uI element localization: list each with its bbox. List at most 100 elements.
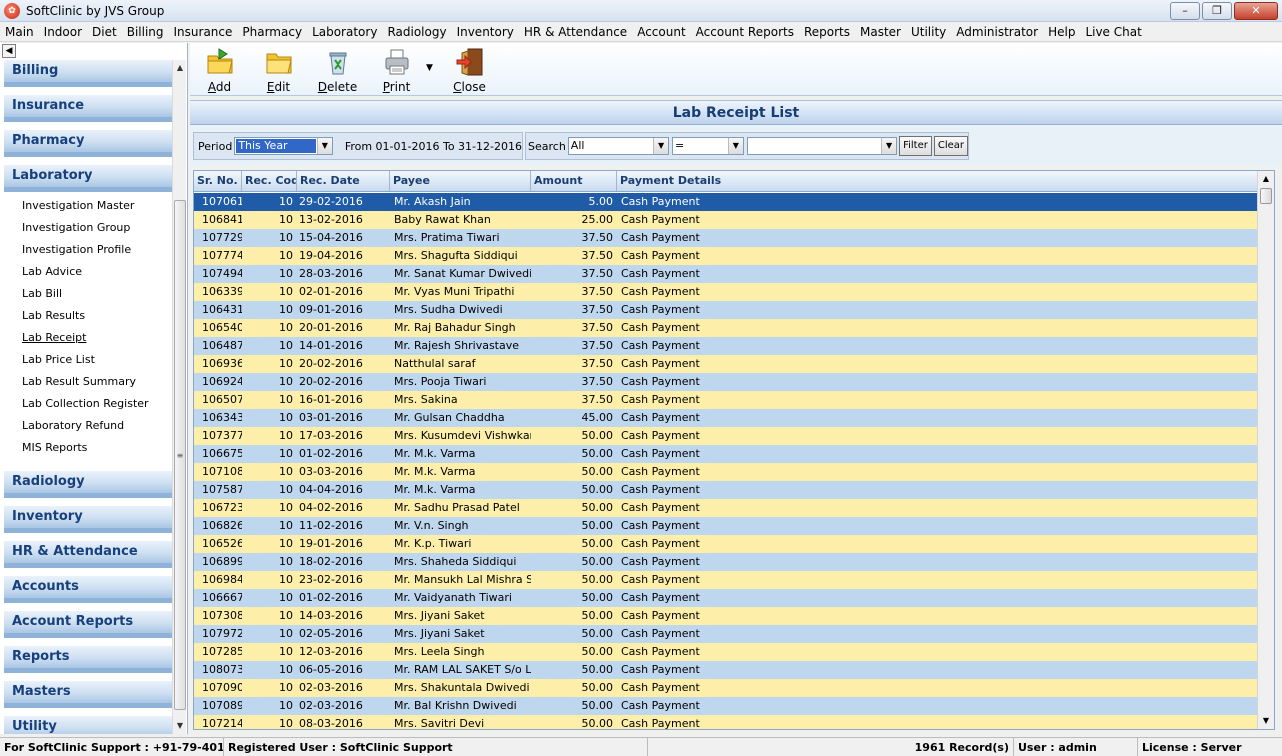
delete-button[interactable]: Delete xyxy=(308,43,367,95)
sidebar-item-lab-advice[interactable]: Lab Advice xyxy=(4,261,172,283)
period-select[interactable]: This Year ▼ xyxy=(234,137,333,155)
sidebar-section-pharmacy[interactable]: Pharmacy xyxy=(4,130,172,157)
table-row[interactable]: 106984 10 23-02-2016 Mr. Mansukh Lal Mishra… xyxy=(194,571,1258,589)
menu-billing[interactable]: Billing xyxy=(122,22,169,42)
table-row[interactable]: 107090 10 02-03-2016 Mrs. Shakuntala Dwived… xyxy=(194,679,1258,697)
table-row[interactable]: 107214 10 08-03-2016 Mrs. Savitri Devi 50.00… xyxy=(194,715,1258,729)
table-row[interactable]: 107108 10 03-03-2016 Mr. M.k. Varma 50.00 Cas… xyxy=(194,463,1258,481)
table-row[interactable]: 107089 10 02-03-2016 Mr. Bal Krishn Dwivedi… xyxy=(194,697,1258,715)
sidebar-item-investigation-master[interactable]: Investigation Master xyxy=(4,195,172,217)
table-row[interactable]: 106826 10 11-02-2016 Mr. V.n. Singh 50.00 Cas… xyxy=(194,517,1258,535)
table-scrollbar[interactable]: ▲ ▼ xyxy=(1257,171,1274,729)
close-button[interactable]: Close xyxy=(440,43,499,95)
sidebar-section-insurance[interactable]: Insurance xyxy=(4,95,172,122)
menu-hr-attendance[interactable]: HR & Attendance xyxy=(519,22,632,42)
table-row[interactable]: 107308 10 14-03-2016 Mrs. Jiyani Saket 50.00… xyxy=(194,607,1258,625)
sidebar-scrollbar[interactable]: ▲ ≡ ▼ xyxy=(172,60,186,734)
sidebar-section-hr-attendance[interactable]: HR & Attendance xyxy=(4,541,172,568)
sidebar-section-inventory[interactable]: Inventory xyxy=(4,506,172,533)
sidebar-item-lab-collection-register[interactable]: Lab Collection Register xyxy=(4,393,172,415)
table-row[interactable]: 106540 10 20-01-2016 Mr. Raj Bahadur Singh 3… xyxy=(194,319,1258,337)
menu-main[interactable]: Main xyxy=(0,22,39,42)
table-row[interactable]: 106924 10 20-02-2016 Mrs. Pooja Tiwari 37.50… xyxy=(194,373,1258,391)
sidebar-item-laboratory-refund[interactable]: Laboratory Refund xyxy=(4,415,172,437)
sidebar-section-radiology[interactable]: Radiology xyxy=(4,471,172,498)
filter-button[interactable]: Filter xyxy=(899,136,932,156)
menu-reports[interactable]: Reports xyxy=(799,22,855,42)
sidebar-item-lab-price-list[interactable]: Lab Price List xyxy=(4,349,172,371)
table-row[interactable]: 107061 10 29-02-2016 Mr. Akash Jain 5.00 Cash… xyxy=(194,193,1258,211)
sidebar-item-mis-reports[interactable]: MIS Reports xyxy=(4,437,172,459)
scroll-up-arrow-icon[interactable]: ▲ xyxy=(173,60,187,76)
table-row[interactable]: 106507 10 16-01-2016 Mrs. Sakina 37.50 Cash P… xyxy=(194,391,1258,409)
table-row[interactable]: 107494 10 28-03-2016 Mr. Sanat Kumar Dwived… xyxy=(194,265,1258,283)
scroll-up-arrow-icon[interactable]: ▲ xyxy=(1258,171,1274,187)
sidebar-scroll-thumb[interactable]: ≡ xyxy=(174,200,186,710)
table-row[interactable]: 106526 10 19-01-2016 Mr. K.p. Tiwari 50.00 Ca… xyxy=(194,535,1258,553)
sidebar-section-masters[interactable]: Masters xyxy=(4,681,172,708)
search-value-select[interactable]: ▼ xyxy=(746,137,898,155)
chevron-down-icon[interactable]: ▼ xyxy=(316,138,332,154)
menu-diet[interactable]: Diet xyxy=(87,22,122,42)
sidebar-section-account-reports[interactable]: Account Reports xyxy=(4,611,172,638)
sidebar-section-reports[interactable]: Reports xyxy=(4,646,172,673)
table-row[interactable]: 107729 10 15-04-2016 Mrs. Pratima Tiwari 37.… xyxy=(194,229,1258,247)
table-row[interactable]: 106343 10 03-01-2016 Mr. Gulsan Chaddha 45.0… xyxy=(194,409,1258,427)
sidebar-item-lab-receipt[interactable]: Lab Receipt xyxy=(4,327,172,349)
chevron-down-icon[interactable]: ▼ xyxy=(881,138,897,154)
scroll-down-arrow-icon[interactable]: ▼ xyxy=(173,718,187,734)
table-row[interactable]: 108073 10 06-05-2016 Mr. RAM LAL SAKET S/o … xyxy=(194,661,1258,679)
sidebar-item-lab-result-summary[interactable]: Lab Result Summary xyxy=(4,371,172,393)
menu-account[interactable]: Account xyxy=(632,22,690,42)
table-row[interactable]: 106339 10 02-01-2016 Mr. Vyas Muni Tripathi… xyxy=(194,283,1258,301)
sidebar-section-billing[interactable]: Billing xyxy=(4,60,172,87)
menu-account-reports[interactable]: Account Reports xyxy=(691,22,799,42)
sidebar-section-utility[interactable]: Utility xyxy=(4,716,172,734)
table-row[interactable]: 107285 10 12-03-2016 Mrs. Leela Singh 50.00 C… xyxy=(194,643,1258,661)
table-row[interactable]: 106675 10 01-02-2016 Mr. M.k. Varma 50.00 Cas… xyxy=(194,445,1258,463)
column-header-rec-code[interactable]: Rec. Code xyxy=(242,171,297,191)
table-row[interactable]: 107587 10 04-04-2016 Mr. M.k. Varma 50.00 Cas… xyxy=(194,481,1258,499)
menu-live-chat[interactable]: Live Chat xyxy=(1080,22,1146,42)
table-row[interactable]: 106487 10 14-01-2016 Mr. Rajesh Shrivastave… xyxy=(194,337,1258,355)
close-window-button[interactable]: ✕ xyxy=(1234,2,1278,20)
menu-inventory[interactable]: Inventory xyxy=(452,22,519,42)
column-header-payee[interactable]: Payee xyxy=(390,171,531,191)
table-row[interactable]: 106899 10 18-02-2016 Mrs. Shaheda Siddiqui 5… xyxy=(194,553,1258,571)
search-field-select[interactable]: All ▼ xyxy=(567,137,670,155)
table-row[interactable]: 106431 10 09-01-2016 Mrs. Sudha Dwivedi 37.5… xyxy=(194,301,1258,319)
table-row[interactable]: 107377 10 17-03-2016 Mrs. Kusumdevi Vishwka… xyxy=(194,427,1258,445)
column-header-amount[interactable]: Amount xyxy=(531,171,617,191)
chevron-down-icon[interactable]: ▼ xyxy=(727,138,743,154)
menu-master[interactable]: Master xyxy=(855,22,906,42)
table-row[interactable]: 106936 10 20-02-2016 Natthulal saraf 37.50 Ca… xyxy=(194,355,1258,373)
print-options-dropdown-icon[interactable]: ▼ xyxy=(426,43,440,95)
column-header-payment-details[interactable]: Payment Details xyxy=(617,171,1258,191)
print-button[interactable]: Print xyxy=(367,43,426,95)
scroll-down-arrow-icon[interactable]: ▼ xyxy=(1258,713,1274,729)
sidebar-section-accounts[interactable]: Accounts xyxy=(4,576,172,603)
menu-indoor[interactable]: Indoor xyxy=(39,22,87,42)
add-button[interactable]: Add xyxy=(190,43,249,95)
column-header-sr-no[interactable]: Sr. No. xyxy=(194,171,242,191)
table-row[interactable]: 106723 10 04-02-2016 Mr. Sadhu Prasad Patel… xyxy=(194,499,1258,517)
chevron-down-icon[interactable]: ▼ xyxy=(653,138,669,154)
menu-laboratory[interactable]: Laboratory xyxy=(307,22,382,42)
table-row[interactable]: 106841 10 13-02-2016 Baby Rawat Khan 25.00 Ca… xyxy=(194,211,1258,229)
sidebar-item-lab-results[interactable]: Lab Results xyxy=(4,305,172,327)
table-scroll-thumb[interactable] xyxy=(1260,188,1272,204)
menu-pharmacy[interactable]: Pharmacy xyxy=(237,22,307,42)
sidebar-item-investigation-group[interactable]: Investigation Group xyxy=(4,217,172,239)
menu-help[interactable]: Help xyxy=(1043,22,1080,42)
sidebar-item-lab-bill[interactable]: Lab Bill xyxy=(4,283,172,305)
operator-select[interactable]: = ▼ xyxy=(672,137,744,155)
menu-administrator[interactable]: Administrator xyxy=(951,22,1043,42)
clear-button[interactable]: Clear xyxy=(933,136,969,156)
edit-button[interactable]: Edit xyxy=(249,43,308,95)
maximize-button[interactable]: ❐ xyxy=(1202,2,1232,20)
minimize-button[interactable]: – xyxy=(1170,2,1200,20)
table-row[interactable]: 106667 10 01-02-2016 Mr. Vaidyanath Tiwari 5… xyxy=(194,589,1258,607)
menu-utility[interactable]: Utility xyxy=(906,22,951,42)
menu-radiology[interactable]: Radiology xyxy=(382,22,451,42)
collapse-sidebar-button[interactable]: ◀ xyxy=(2,44,16,58)
